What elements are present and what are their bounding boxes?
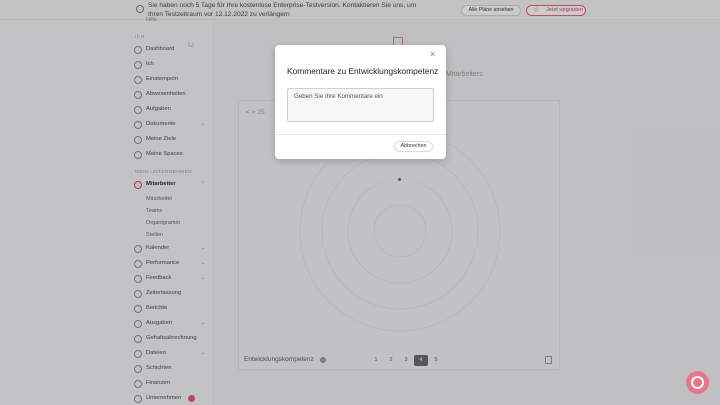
support-icon (691, 376, 704, 389)
cancel-button[interactable]: Abbrechen (394, 141, 433, 152)
comments-modal: × Kommentare zu Entwicklungskompetenz Ab… (275, 45, 446, 159)
support-chat-button[interactable] (686, 371, 709, 394)
modal-title: Kommentare zu Entwicklungskompetenz (287, 66, 439, 76)
modal-divider (275, 134, 446, 135)
comment-input[interactable] (287, 88, 434, 122)
close-icon[interactable]: × (430, 49, 435, 59)
